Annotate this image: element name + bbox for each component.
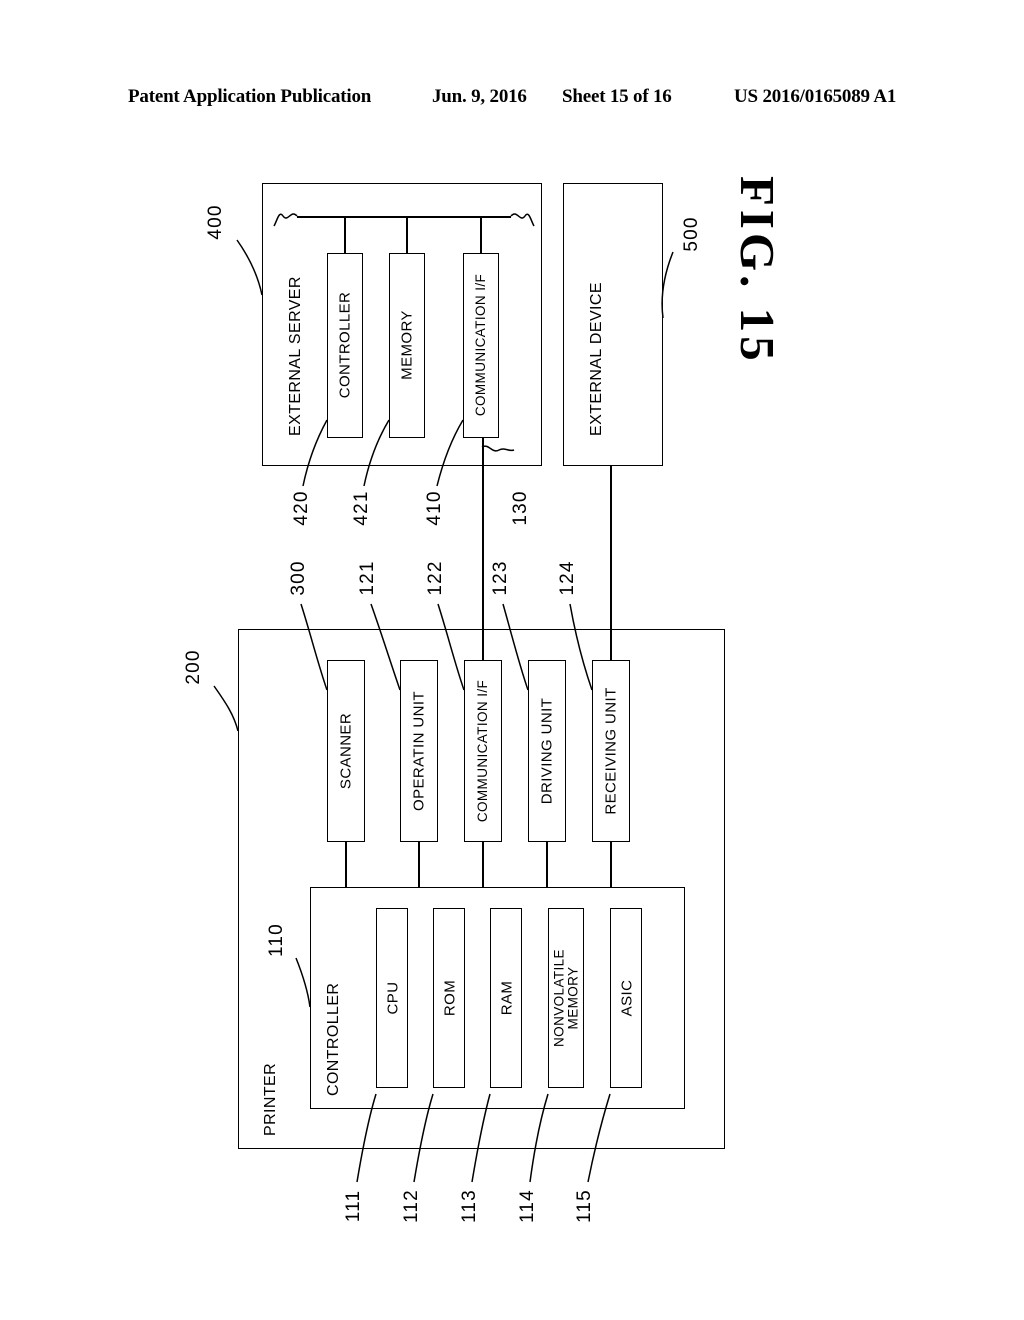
refnum-400: 400: [205, 204, 226, 240]
network-link-line: [482, 438, 484, 660]
refnum-111: 111: [343, 1189, 364, 1223]
refnum-410: 410: [424, 490, 445, 526]
header-publication-date: Jun. 9, 2016: [432, 86, 527, 107]
refnum-124: 124: [557, 560, 578, 596]
external-device-label: EXTERNAL DEVICE: [588, 282, 605, 436]
leader-200: [213, 685, 239, 732]
server-communication-if-bus-stub: [480, 216, 482, 253]
refnum-110: 110: [266, 923, 287, 957]
refnum-130: 130: [510, 490, 531, 526]
header-patent-number: US 2016/0165089 A1: [734, 86, 897, 107]
refnum-123: 123: [490, 560, 511, 596]
refnum-200: 200: [183, 649, 204, 685]
printer-unit-scanner-label: SCANNER: [337, 712, 355, 790]
refnum-115: 115: [574, 1189, 595, 1223]
scanner-bus-stub: [345, 842, 347, 887]
leader-500: [661, 251, 674, 319]
header-sheet-number: Sheet 15 of 16: [562, 86, 672, 107]
printer-unit-driving-label: DRIVING UNIT: [538, 697, 556, 805]
operating-unit-bus-stub: [418, 842, 420, 887]
refnum-114: 114: [517, 1189, 538, 1223]
server-memory-bus-stub: [406, 216, 408, 253]
page-header: Patent Application Publication Jun. 9, 2…: [0, 86, 1024, 112]
header-publication-title: Patent Application Publication: [128, 86, 372, 107]
driving-unit-bus-stub: [546, 842, 548, 887]
refnum-121: 121: [357, 560, 378, 596]
nonvolatile-memory-label-line2: MEMORY: [565, 966, 580, 1030]
refnum-112: 112: [401, 1189, 422, 1223]
controller-block-nonvolatile-memory-label: NONVOLATILE MEMORY: [551, 949, 581, 1047]
server-controller-bus-stub: [344, 216, 346, 253]
refnum-122: 122: [425, 560, 446, 596]
refnum-113: 113: [459, 1189, 480, 1223]
printer-label: PRINTER: [262, 1062, 279, 1136]
refnum-420: 420: [291, 490, 312, 526]
controller-block-ram-label: RAM: [498, 980, 516, 1016]
communication-if-bus-stub: [482, 842, 484, 887]
refnum-500: 500: [681, 216, 702, 252]
server-communication-if-label: COMMUNICATION I/F: [473, 273, 489, 417]
printer-controller-label: CONTROLLER: [325, 982, 342, 1096]
figure-title: FIG. 15: [730, 176, 785, 365]
external-device-box: [563, 183, 663, 466]
controller-block-rom-label: ROM: [441, 979, 459, 1017]
server-controller-label: CONTROLLER: [336, 291, 354, 399]
leader-400: [236, 239, 263, 296]
printer-unit-operating-label: OPERATIN UNIT: [410, 691, 428, 811]
nonvolatile-memory-label-line1: NONVOLATILE: [551, 949, 567, 1047]
server-bus-line: [297, 216, 511, 218]
printer-unit-communication-if-label: COMMUNICATION I/F: [475, 679, 491, 823]
receiving-unit-bus-stub: [610, 842, 612, 887]
external-device-link-line: [610, 466, 612, 660]
server-memory-label: MEMORY: [398, 310, 416, 380]
refnum-300: 300: [288, 560, 309, 596]
controller-block-asic-label: ASIC: [618, 979, 636, 1017]
printer-unit-receiving-label: RECEIVING UNIT: [602, 687, 620, 815]
controller-block-cpu-label: CPU: [384, 981, 402, 1015]
external-server-label: EXTERNAL SERVER: [287, 276, 304, 436]
refnum-421: 421: [351, 490, 372, 526]
